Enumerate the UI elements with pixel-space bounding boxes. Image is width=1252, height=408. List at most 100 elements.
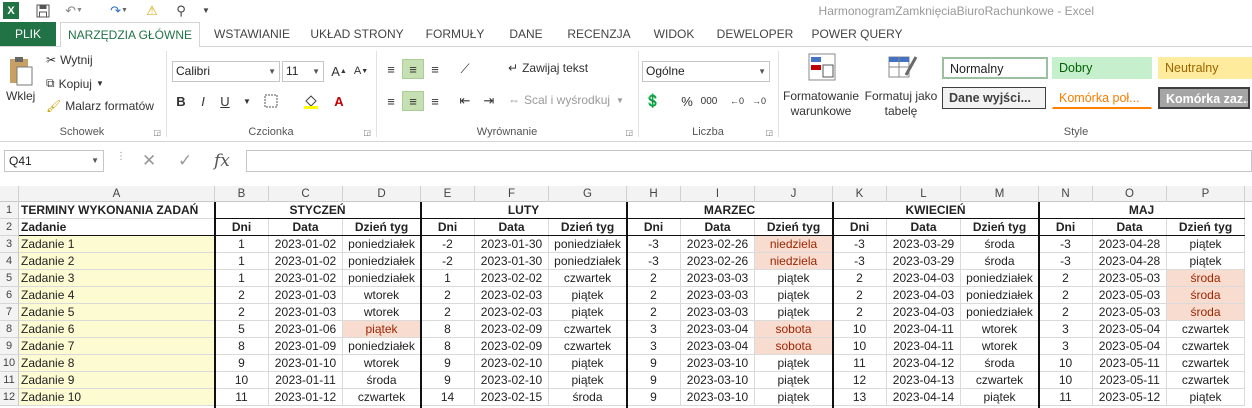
fill-color-icon[interactable] — [300, 91, 322, 111]
date-cell[interactable]: 2023-02-03 — [475, 287, 549, 304]
font-size-select[interactable]: 11 ▼ — [282, 61, 324, 82]
days-cell[interactable]: 11 — [1039, 389, 1093, 406]
cancel-icon[interactable]: ✕ — [142, 151, 156, 171]
month-header-1[interactable]: STYCZEŃ — [215, 202, 421, 219]
date-cell[interactable]: 2023-05-03 — [1093, 287, 1167, 304]
merge-center-button[interactable]: ⇔ Scal i wyśrodkuj ▼ — [508, 93, 624, 107]
column-header-d[interactable]: D — [343, 186, 421, 202]
date-cell[interactable]: 2023-04-11 — [887, 338, 961, 355]
sub-header-days[interactable]: Dni — [215, 219, 269, 236]
days-cell[interactable]: 9 — [627, 389, 681, 406]
days-cell[interactable]: -2 — [421, 236, 475, 253]
sub-header-weekday[interactable]: Dzień tyg — [1167, 219, 1245, 236]
style-normal[interactable]: Normalny — [942, 57, 1048, 79]
date-cell[interactable]: 2023-05-04 — [1093, 338, 1167, 355]
days-cell[interactable]: 2 — [833, 287, 887, 304]
weekday-cell[interactable]: piątek — [549, 304, 627, 321]
style-good[interactable]: Dobry — [1052, 57, 1152, 79]
days-cell[interactable]: -2 — [421, 253, 475, 270]
date-cell[interactable]: 2023-04-03 — [887, 304, 961, 321]
date-cell[interactable]: 2023-03-03 — [681, 304, 755, 321]
increase-decimal-icon[interactable]: ←0 — [726, 91, 748, 111]
sub-header-weekday[interactable]: Dzień tyg — [343, 219, 421, 236]
row-header-12[interactable]: 12 — [0, 389, 19, 406]
task-name-cell[interactable]: Zadanie 2 — [19, 253, 215, 270]
sub-header-date[interactable]: Data — [887, 219, 961, 236]
column-header-o[interactable]: O — [1093, 186, 1167, 202]
sub-header-days[interactable]: Dni — [833, 219, 887, 236]
orientation-icon[interactable]: ⟋ — [454, 59, 476, 79]
date-cell[interactable]: 2023-01-30 — [475, 236, 549, 253]
sub-header-date[interactable]: Data — [269, 219, 343, 236]
date-cell[interactable]: 2023-04-12 — [887, 355, 961, 372]
task-name-cell[interactable]: Zadanie 10 — [19, 389, 215, 406]
weekday-cell[interactable]: środa — [961, 253, 1039, 270]
align-top-icon[interactable]: ≡ — [380, 59, 402, 79]
row-header-3[interactable]: 3 — [0, 236, 19, 253]
weekday-cell[interactable]: poniedziałek — [343, 338, 421, 355]
shrink-font-icon[interactable]: A ▼ — [350, 61, 372, 81]
sub-header-days[interactable]: Dni — [627, 219, 681, 236]
weekday-cell[interactable]: środa — [343, 372, 421, 389]
weekday-cell[interactable]: poniedziałek — [961, 287, 1039, 304]
weekday-cell[interactable]: piątek — [549, 287, 627, 304]
tab-view[interactable]: WIDOK — [646, 22, 702, 46]
weekday-cell[interactable]: wtorek — [961, 338, 1039, 355]
font-color-icon[interactable]: A — [328, 91, 350, 111]
month-header-5[interactable]: MAJ — [1039, 202, 1245, 219]
days-cell[interactable]: -3 — [627, 236, 681, 253]
thousands-button[interactable]: 000 — [698, 91, 720, 111]
row-header-4[interactable]: 4 — [0, 253, 19, 270]
paste-label[interactable]: Wklej — [6, 89, 35, 103]
days-cell[interactable]: 11 — [833, 355, 887, 372]
row-header-9[interactable]: 9 — [0, 338, 19, 355]
month-header-4[interactable]: KWIECIEŃ — [833, 202, 1039, 219]
date-cell[interactable]: 2023-03-03 — [681, 287, 755, 304]
column-header-e[interactable]: E — [421, 186, 475, 202]
date-cell[interactable]: 2023-02-26 — [681, 236, 755, 253]
days-cell[interactable]: 10 — [215, 372, 269, 389]
days-cell[interactable]: 8 — [215, 338, 269, 355]
date-cell[interactable]: 2023-01-02 — [269, 270, 343, 287]
days-cell[interactable]: 11 — [215, 389, 269, 406]
grow-font-icon[interactable]: A ▲ — [328, 61, 350, 81]
days-cell[interactable]: 13 — [833, 389, 887, 406]
days-cell[interactable]: 2 — [1039, 287, 1093, 304]
column-header-g[interactable]: G — [549, 186, 627, 202]
weekday-cell[interactable]: poniedziałek — [343, 236, 421, 253]
date-cell[interactable]: 2023-04-03 — [887, 270, 961, 287]
copy-button[interactable]: ⧉ Kopiuj ▼ — [46, 76, 104, 91]
sub-header-days[interactable]: Dni — [421, 219, 475, 236]
insert-function-icon[interactable]: fx — [214, 151, 230, 171]
date-cell[interactable]: 2023-02-03 — [475, 304, 549, 321]
days-cell[interactable]: 14 — [421, 389, 475, 406]
align-bottom-icon[interactable]: ≡ — [424, 59, 446, 79]
date-cell[interactable]: 2023-05-03 — [1093, 270, 1167, 287]
days-cell[interactable]: 3 — [1039, 321, 1093, 338]
date-cell[interactable]: 2023-02-10 — [475, 355, 549, 372]
days-cell[interactable]: -3 — [627, 253, 681, 270]
column-header-p[interactable]: P — [1167, 186, 1245, 202]
format-as-table-button[interactable]: Formatuj jako tabelę — [862, 89, 940, 119]
row-header-10[interactable]: 10 — [0, 355, 19, 372]
tab-insert[interactable]: WSTAWIANIE — [208, 22, 296, 46]
column-header-m[interactable]: M — [961, 186, 1039, 202]
days-cell[interactable]: -3 — [1039, 253, 1093, 270]
conditional-formatting-button[interactable]: Formatowanie warunkowe — [780, 89, 862, 119]
weekday-cell[interactable]: poniedziałek — [549, 236, 627, 253]
date-cell[interactable]: 2023-05-11 — [1093, 355, 1167, 372]
tab-power-query[interactable]: POWER QUERY — [808, 22, 906, 46]
date-cell[interactable]: 2023-05-11 — [1093, 372, 1167, 389]
weekday-cell[interactable]: wtorek — [343, 355, 421, 372]
weekday-cell[interactable]: piątek — [755, 270, 833, 287]
days-cell[interactable]: 2 — [833, 270, 887, 287]
weekday-cell[interactable]: piątek — [549, 355, 627, 372]
date-cell[interactable]: 2023-02-26 — [681, 253, 755, 270]
decrease-decimal-icon[interactable]: →0 — [748, 91, 770, 111]
task-name-cell[interactable]: Zadanie 4 — [19, 287, 215, 304]
weekday-cell[interactable]: piątek — [755, 389, 833, 406]
underline-dropdown-icon[interactable]: ▼ — [236, 91, 258, 111]
task-name-cell[interactable]: Zadanie 9 — [19, 372, 215, 389]
sub-header-weekday[interactable]: Dzień tyg — [549, 219, 627, 236]
column-header-a[interactable]: A — [19, 186, 215, 202]
